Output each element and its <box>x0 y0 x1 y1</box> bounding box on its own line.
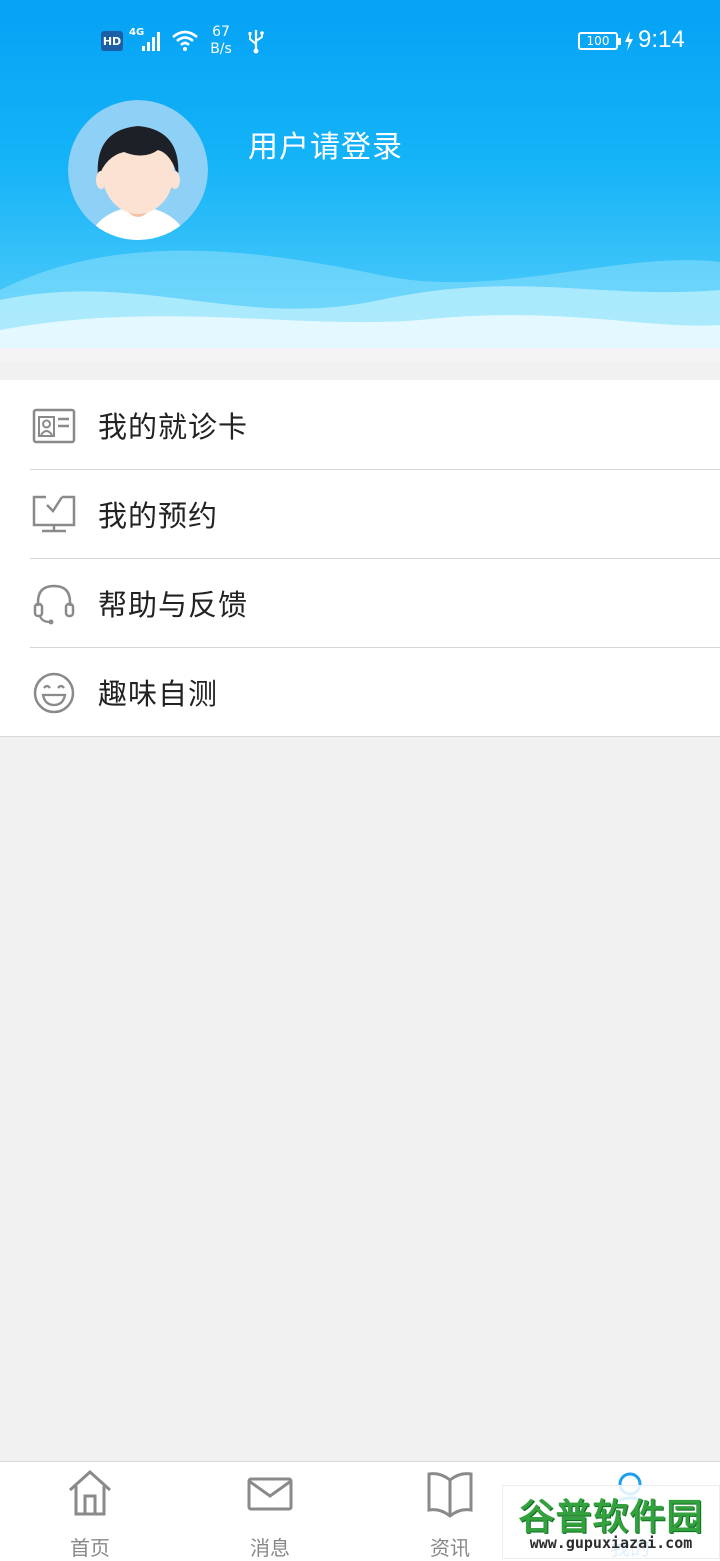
book-icon <box>427 1472 473 1518</box>
headset-icon <box>33 584 75 625</box>
watermark-url: www.gupuxiazai.com <box>529 1534 693 1552</box>
profile-header: HD 4G 67 B/s 100 9:14 用户请登录 <box>0 0 720 362</box>
signal-icon <box>140 28 164 52</box>
status-bar: HD 4G 67 B/s 100 9:14 <box>0 0 720 84</box>
profile-menu: 我的就诊卡 我的预约 帮助与反馈 趣味自测 <box>0 380 720 737</box>
tab-messages[interactable]: 消息 <box>180 1462 360 1561</box>
usb-icon <box>247 28 265 54</box>
id-card-icon <box>32 408 76 444</box>
login-prompt[interactable]: 用户请登录 <box>248 122 403 166</box>
speed-value: 67 <box>212 24 230 40</box>
network-speed: 67 B/s <box>206 24 236 58</box>
default-user-avatar-icon <box>68 100 208 240</box>
battery-indicator: 100 <box>578 32 621 50</box>
menu-item-label: 帮助与反馈 <box>98 587 249 622</box>
menu-item-fun-self-test[interactable]: 趣味自测 <box>0 647 720 736</box>
menu-item-label: 趣味自测 <box>98 676 219 711</box>
tab-label: 首页 <box>70 1536 110 1560</box>
tab-label: 消息 <box>250 1536 290 1560</box>
menu-item-appointments[interactable]: 我的预约 <box>0 469 720 558</box>
menu-item-help-feedback[interactable]: 帮助与反馈 <box>0 558 720 647</box>
avatar[interactable] <box>68 100 208 240</box>
menu-item-medical-card[interactable]: 我的就诊卡 <box>0 380 720 469</box>
wifi-icon <box>171 28 199 52</box>
site-watermark: 谷普软件园 www.gupuxiazai.com <box>502 1485 720 1559</box>
watermark-title: 谷普软件园 <box>518 1497 704 1538</box>
tab-home[interactable]: 首页 <box>0 1462 180 1561</box>
speed-unit: B/s <box>210 41 232 57</box>
monitor-check-icon <box>32 495 76 533</box>
charging-icon <box>624 31 634 51</box>
smile-icon <box>33 672 75 714</box>
hd-badge: HD <box>101 31 123 51</box>
status-time: 9:14 <box>638 26 685 53</box>
menu-item-label: 我的就诊卡 <box>98 409 249 444</box>
home-icon <box>68 1469 112 1516</box>
menu-item-label: 我的预约 <box>98 498 219 533</box>
mail-icon <box>247 1477 293 1511</box>
